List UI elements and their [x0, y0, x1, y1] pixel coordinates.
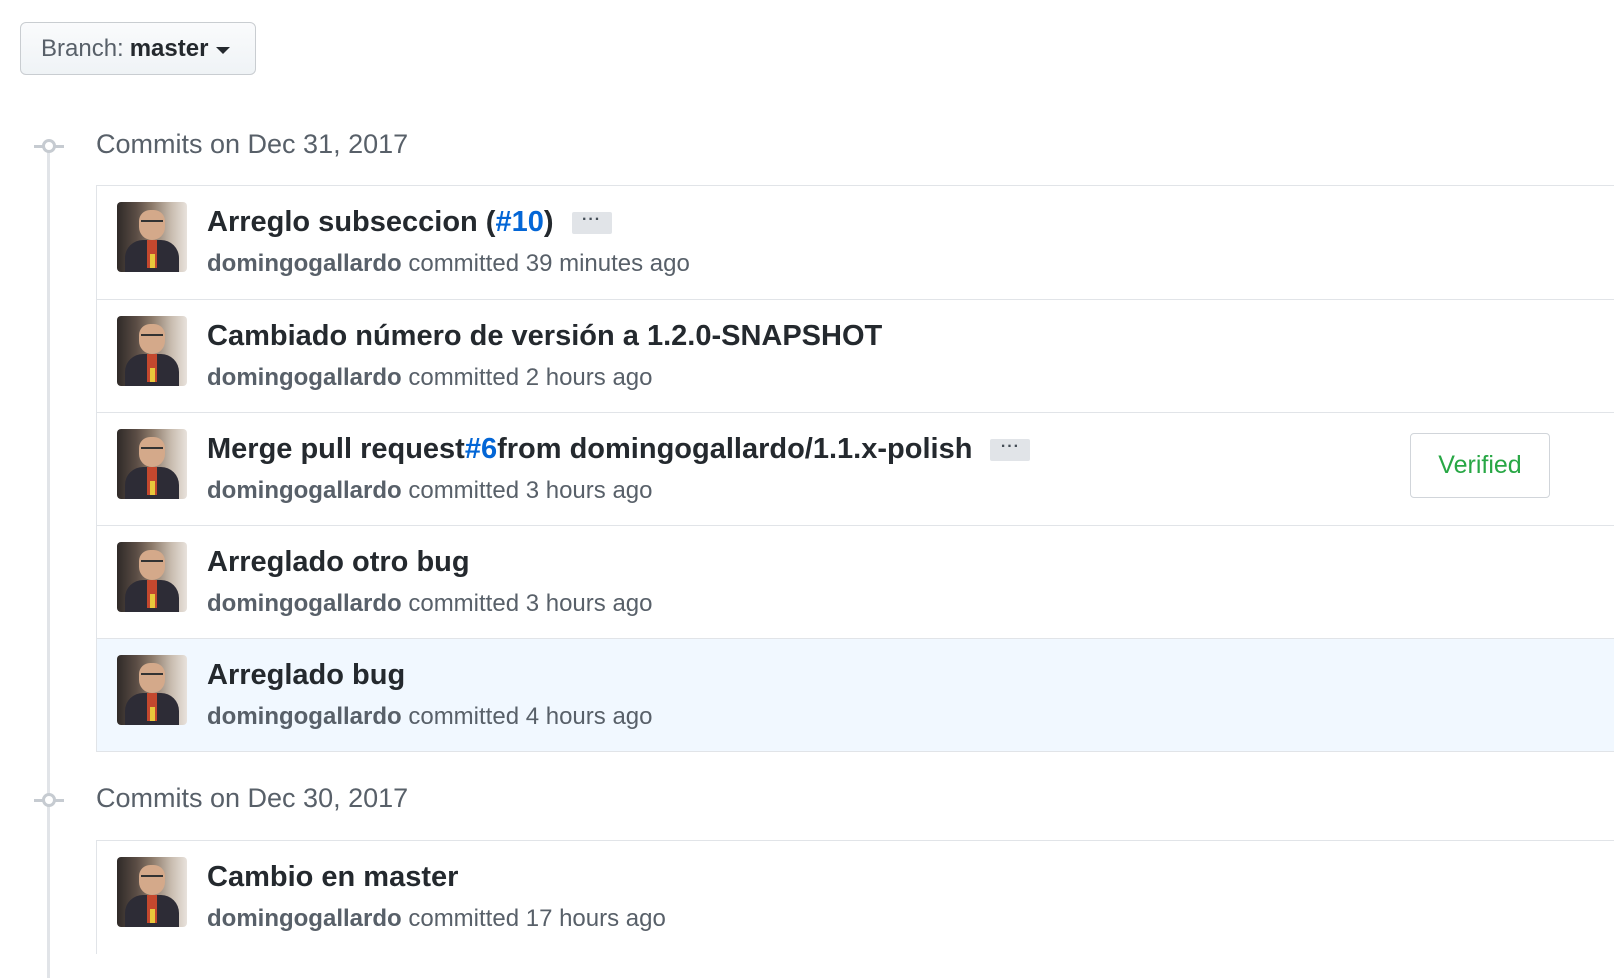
- commit-title[interactable]: Arreglo subseccion (#10) ···: [207, 206, 612, 239]
- branch-label: Branch:: [41, 34, 124, 62]
- commit-title[interactable]: Arreglado bug: [207, 659, 405, 692]
- commit-title-text[interactable]: ): [544, 206, 554, 239]
- commit-group-title: Commits on Dec 31, 2017: [96, 129, 409, 159]
- commit-title-text[interactable]: Arreglado otro bug: [207, 546, 470, 579]
- timeline-line: [47, 150, 50, 978]
- commit-author[interactable]: domingogallardo: [207, 364, 402, 391]
- commit-row: Merge pull request #6 from domingogallar…: [97, 412, 1614, 525]
- commit-title-text[interactable]: Arreglo subseccion (: [207, 206, 495, 239]
- commit-node-icon: [34, 793, 64, 807]
- commit-author[interactable]: domingogallardo: [207, 905, 402, 932]
- commit-title-text[interactable]: Cambio en master: [207, 861, 458, 894]
- commit-row: Cambiado número de versión a 1.2.0-SNAPS…: [97, 299, 1614, 412]
- avatar[interactable]: [117, 655, 187, 725]
- commit-action: committed: [408, 250, 520, 277]
- avatar[interactable]: [117, 202, 187, 272]
- commit-action: committed: [408, 703, 520, 730]
- branch-select-button[interactable]: Branch: master: [20, 22, 256, 75]
- commit-action: committed: [408, 590, 520, 617]
- avatar[interactable]: [117, 857, 187, 927]
- avatar[interactable]: [117, 316, 187, 386]
- commit-meta: domingogallardo committed 4 hours ago: [207, 703, 652, 731]
- commit-action: committed: [408, 477, 520, 504]
- verified-badge[interactable]: Verified: [1410, 433, 1550, 498]
- commit-meta: domingogallardo committed 3 hours ago: [207, 477, 652, 505]
- commit-title[interactable]: Merge pull request #6 from domingogallar…: [207, 433, 1031, 466]
- commit-time: 4 hours ago: [525, 703, 653, 730]
- branch-value: master: [129, 34, 209, 62]
- commit-time: 2 hours ago: [525, 364, 653, 391]
- expand-message-button[interactable]: ···: [990, 438, 1031, 461]
- commit-row: Arreglado otro bug domingogallardo commi…: [97, 525, 1614, 638]
- commit-author[interactable]: domingogallardo: [207, 590, 402, 617]
- commit-node-icon: [34, 139, 64, 153]
- commit-meta: domingogallardo committed 39 minutes ago: [207, 250, 690, 278]
- commit-author[interactable]: domingogallardo: [207, 703, 402, 730]
- commit-time: 17 hours ago: [525, 905, 666, 932]
- commit-meta: domingogallardo committed 17 hours ago: [207, 905, 666, 933]
- commit-action: committed: [408, 364, 520, 391]
- commit-group-title: Commits on Dec 30, 2017: [96, 783, 409, 813]
- avatar[interactable]: [117, 542, 187, 612]
- commit-action: committed: [408, 905, 520, 932]
- commit-title[interactable]: Arreglado otro bug: [207, 546, 470, 579]
- commit-title-text[interactable]: from domingogallardo/1.1.x-polish: [497, 433, 972, 466]
- commit-meta: domingogallardo committed 3 hours ago: [207, 590, 652, 618]
- commit-meta: domingogallardo committed 2 hours ago: [207, 364, 652, 392]
- commit-title-text[interactable]: Cambiado número de versión a 1.2.0-SNAPS…: [207, 320, 882, 353]
- caret-down-icon: [216, 46, 231, 54]
- commit-time: 39 minutes ago: [525, 250, 690, 277]
- commit-row: Arreglo subseccion (#10) ··· domingogall…: [97, 186, 1614, 299]
- commit-list: Cambio en master domingogallardo committ…: [96, 840, 1614, 954]
- commit-title[interactable]: Cambiado número de versión a 1.2.0-SNAPS…: [207, 320, 882, 353]
- commit-title-text[interactable]: Merge pull request: [207, 433, 465, 466]
- commit-time: 3 hours ago: [525, 477, 653, 504]
- commit-list: Arreglo subseccion (#10) ··· domingogall…: [96, 185, 1614, 752]
- commit-row: Arreglado bug domingogallardo committed …: [97, 638, 1614, 751]
- commit-row: Cambio en master domingogallardo committ…: [97, 841, 1614, 954]
- commit-title-text[interactable]: Arreglado bug: [207, 659, 405, 692]
- pull-request-link[interactable]: #10: [495, 206, 543, 239]
- expand-message-button[interactable]: ···: [571, 211, 612, 234]
- commit-author[interactable]: domingogallardo: [207, 477, 402, 504]
- commit-author[interactable]: domingogallardo: [207, 250, 402, 277]
- pull-request-link[interactable]: #6: [465, 433, 497, 466]
- commit-title[interactable]: Cambio en master: [207, 861, 458, 894]
- avatar[interactable]: [117, 429, 187, 499]
- commit-time: 3 hours ago: [525, 590, 653, 617]
